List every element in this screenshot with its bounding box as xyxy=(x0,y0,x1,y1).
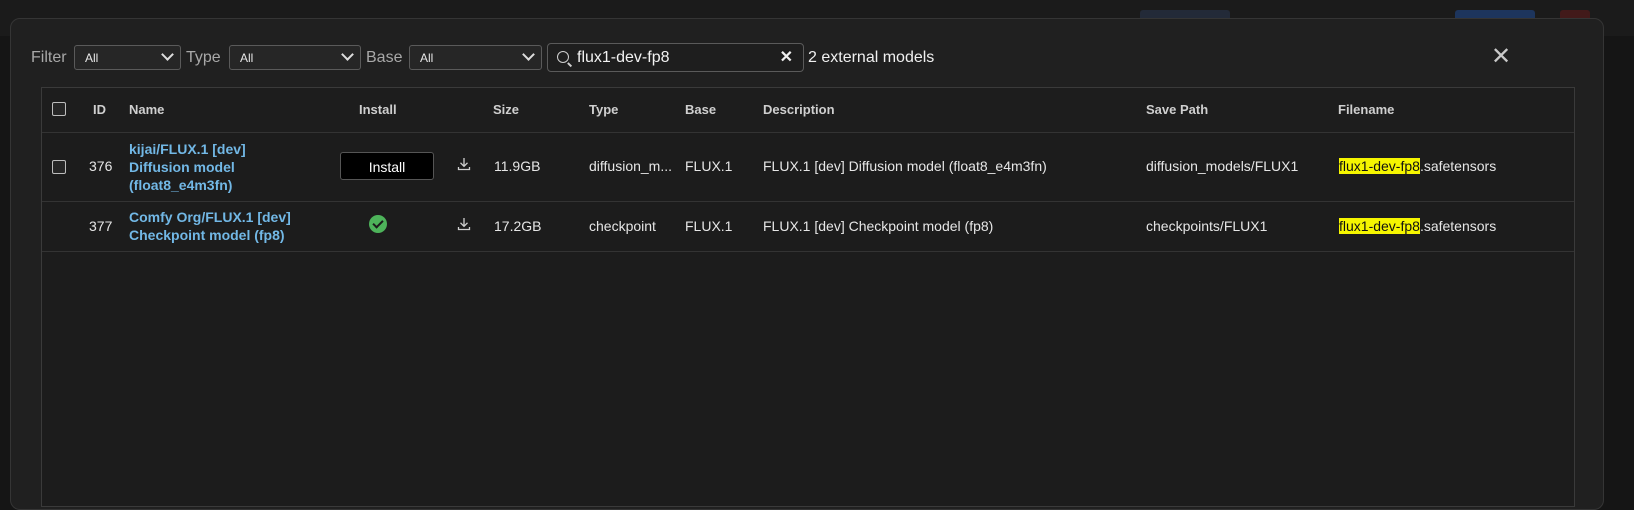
result-count: 2 external models xyxy=(808,49,935,66)
search-icon xyxy=(557,51,569,63)
filter-label: Filter xyxy=(31,49,67,66)
row-filename: flux1-dev-fp8.safetensors xyxy=(1339,158,1496,174)
table-row[interactable]: 376 kijai/FLUX.1 [dev] Diffusion model (… xyxy=(42,132,1574,202)
header-name[interactable]: Name xyxy=(129,102,164,117)
installed-check-icon xyxy=(369,215,387,233)
row-filename: flux1-dev-fp8.safetensors xyxy=(1339,218,1496,234)
row-size: 17.2GB xyxy=(494,218,542,234)
type-label: Type xyxy=(186,49,221,66)
table-header: ID Name Install Size Type Base Descripti… xyxy=(42,88,1574,133)
header-id[interactable]: ID xyxy=(93,102,106,117)
row-size: 11.9GB xyxy=(494,158,541,174)
row-save-path: diffusion_models/FLUX1 xyxy=(1146,158,1299,174)
model-manager-dialog: Filter All Type All Base All ✕ 2 externa… xyxy=(10,18,1604,510)
row-id: 377 xyxy=(89,218,113,234)
row-base: FLUX.1 xyxy=(685,158,733,174)
filename-rest: .safetensors xyxy=(1419,158,1497,174)
model-name-link[interactable]: kijai/FLUX.1 [dev] Diffusion model (floa… xyxy=(129,140,299,194)
table-row[interactable]: 377 Comfy Org/FLUX.1 [dev] Checkpoint mo… xyxy=(42,201,1574,252)
base-label: Base xyxy=(366,49,403,66)
header-filename[interactable]: Filename xyxy=(1338,102,1394,117)
download-icon[interactable] xyxy=(456,156,472,172)
row-base: FLUX.1 xyxy=(685,218,733,234)
chevron-down-icon xyxy=(341,48,354,61)
search-box[interactable]: ✕ xyxy=(547,43,804,72)
filename-rest: .safetensors xyxy=(1419,218,1497,234)
type-select[interactable]: All xyxy=(229,45,361,70)
download-icon[interactable] xyxy=(456,216,472,232)
row-id: 376 xyxy=(89,158,113,174)
base-select[interactable]: All xyxy=(409,45,542,70)
filter-select-value: All xyxy=(85,51,99,65)
base-select-value: All xyxy=(420,51,434,65)
row-type: diffusion_m... xyxy=(589,158,673,174)
row-save-path: checkpoints/FLUX1 xyxy=(1146,218,1268,234)
clear-search-icon[interactable]: ✕ xyxy=(780,47,793,67)
search-input[interactable] xyxy=(575,47,769,69)
select-all-checkbox[interactable] xyxy=(52,102,66,116)
install-button[interactable]: Install xyxy=(340,152,434,180)
type-select-value: All xyxy=(240,51,254,65)
row-type: checkpoint xyxy=(589,218,656,234)
chevron-down-icon xyxy=(522,48,535,61)
close-icon[interactable]: ✕ xyxy=(1491,43,1511,71)
row-description: FLUX.1 [dev] Diffusion model (float8_e4m… xyxy=(763,158,1047,174)
row-checkbox[interactable] xyxy=(52,160,66,174)
header-size[interactable]: Size xyxy=(493,102,519,117)
filter-toolbar: Filter All Type All Base All ✕ 2 externa… xyxy=(11,43,1603,73)
header-type[interactable]: Type xyxy=(589,102,618,117)
filename-match-highlight: flux1-dev-fp8 xyxy=(1339,218,1420,234)
header-description[interactable]: Description xyxy=(763,102,835,117)
filter-select[interactable]: All xyxy=(74,45,181,70)
row-description: FLUX.1 [dev] Checkpoint model (fp8) xyxy=(763,218,994,234)
header-install[interactable]: Install xyxy=(359,102,397,117)
header-save-path[interactable]: Save Path xyxy=(1146,102,1208,117)
model-name-link[interactable]: Comfy Org/FLUX.1 [dev] Checkpoint model … xyxy=(129,208,309,244)
header-base[interactable]: Base xyxy=(685,102,716,117)
models-table: ID Name Install Size Type Base Descripti… xyxy=(41,87,1575,507)
chevron-down-icon xyxy=(161,48,174,61)
filename-match-highlight: flux1-dev-fp8 xyxy=(1339,158,1420,174)
